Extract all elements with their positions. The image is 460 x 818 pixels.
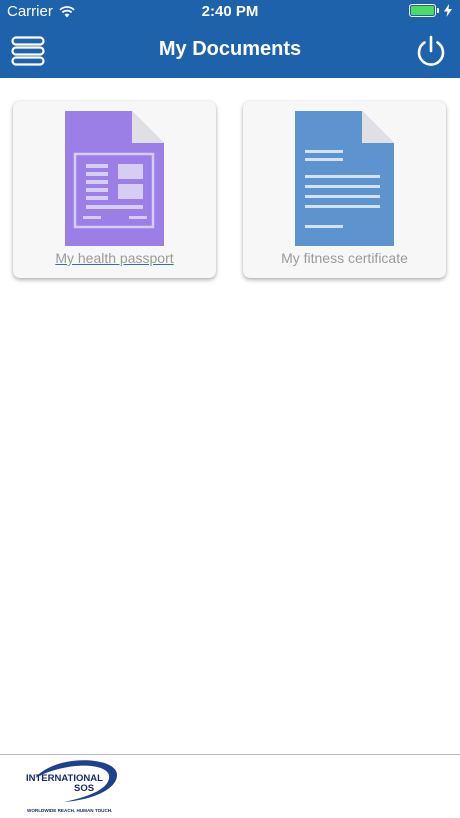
status-time: 2:40 PM — [201, 3, 259, 20]
fitness-certificate-document-icon — [295, 111, 394, 246]
document-card-health-passport[interactable]: My health passport — [13, 101, 216, 278]
page-title: My Documents — [158, 38, 302, 60]
logo-tagline: WORLDWIDE REACH. HUMAN TOUCH. — [27, 808, 112, 813]
international-sos-logo: INTERNATIONAL SOS WORLDWIDE REACH. HUMAN… — [26, 760, 118, 813]
status-bar: Carrier 2:40 PM — [0, 0, 460, 24]
battery-icon — [409, 4, 439, 17]
power-icon — [417, 35, 445, 66]
status-right — [409, 4, 452, 17]
document-label[interactable]: My health passport — [13, 250, 216, 266]
health-passport-document-icon — [65, 111, 164, 246]
charging-icon — [444, 4, 452, 17]
top-bar: Carrier 2:40 PM My Documents — [0, 0, 460, 78]
logout-button[interactable] — [414, 34, 448, 68]
battery-level — [411, 6, 434, 15]
logo-text-sos: SOS — [74, 783, 94, 794]
document-card-fitness-certificate[interactable]: My fitness certificate — [243, 101, 446, 278]
document-label[interactable]: My fitness certificate — [243, 250, 446, 266]
footer-divider — [0, 754, 460, 755]
